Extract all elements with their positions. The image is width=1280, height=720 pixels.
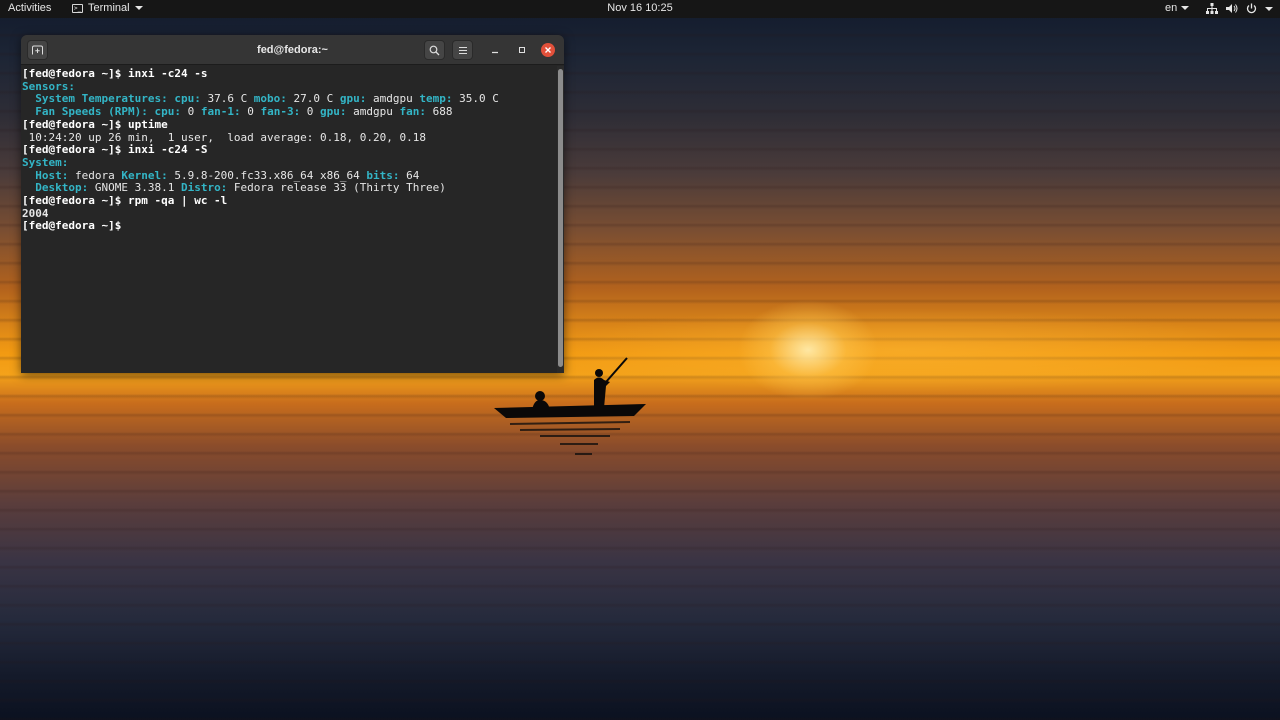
app-menu[interactable]: >_ Terminal (72, 2, 143, 14)
minimize-icon (492, 51, 498, 54)
shell-prompt: [fed@fedora ~]$ (22, 219, 122, 233)
output-value: 37.6 C (200, 92, 248, 106)
scrollbar-thumb[interactable] (558, 69, 563, 367)
hamburger-menu-icon (458, 46, 467, 54)
output-key: Host: (22, 168, 69, 182)
output-key: gpu: (313, 105, 347, 119)
output-key: cpu: (167, 92, 201, 106)
search-icon (429, 45, 440, 55)
input-source-label: en (1165, 2, 1178, 14)
output-key: cpu: (147, 105, 181, 119)
output-value: 0 (180, 105, 195, 119)
window-title: fed@fedora:~ (257, 44, 328, 56)
output-key: Desktop: (22, 181, 89, 195)
chevron-down-icon (1181, 6, 1190, 10)
output-value: 0 (240, 105, 254, 119)
shell-prompt: [fed@fedora ~]$ (22, 67, 122, 80)
new-tab-icon (32, 45, 43, 55)
terminal-icon: >_ (72, 3, 83, 13)
terminal-window: fed@fedora:~ [fed@fedora ~]$ inxi -c24 -… (21, 35, 564, 373)
section-heading: Sensors: (22, 79, 75, 93)
output-value: 2004 (22, 206, 49, 220)
command: inxi -c24 -S (121, 143, 208, 157)
output-key: fan-3: (253, 105, 301, 119)
command: rpm -qa | wc -l (121, 194, 228, 208)
output-value: 27.0 C (286, 92, 334, 106)
output-key: Fan Speeds (RPM): (22, 105, 148, 119)
minimize-button[interactable] (488, 43, 502, 57)
terminal-output[interactable]: [fed@fedora ~]$ inxi -c24 -s Sensors: Sys… (21, 66, 557, 373)
output-value: 35.0 C (452, 92, 499, 106)
top-bar: Activities >_ Terminal Nov 16 10:25 en (0, 0, 1280, 18)
shell-prompt: [fed@fedora ~]$ (22, 143, 122, 157)
output-key: gpu: (333, 92, 367, 106)
output-key: bits: (359, 168, 400, 182)
output-key: Distro: (174, 181, 228, 195)
terminal-line: [fed@fedora ~]$ inxi -c24 -s (22, 67, 557, 81)
output-key: mobo: (247, 92, 287, 106)
section-heading: System: (22, 155, 69, 169)
terminal-line: [fed@fedora ~]$ (22, 220, 557, 233)
network-icon (1206, 3, 1218, 14)
shell-prompt: [fed@fedora ~]$ (22, 194, 122, 208)
header-bar[interactable]: fed@fedora:~ (21, 35, 564, 65)
output-value: 688 (426, 105, 453, 119)
system-menu[interactable] (1206, 3, 1273, 14)
terminal-line: [fed@fedora ~]$ rpm -qa | wc -l (22, 194, 557, 208)
output-value: 5.9.8-200.fc33.x86_64 x86_64 (167, 168, 360, 182)
output-value: GNOME 3.38.1 (88, 181, 175, 195)
chevron-down-icon (134, 6, 143, 10)
output-value: 64 (399, 168, 420, 182)
terminal-scrollbar[interactable] (557, 66, 564, 373)
maximize-button[interactable] (515, 43, 529, 57)
terminal-line: [fed@fedora ~]$ inxi -c24 -S (22, 143, 557, 157)
output-key: Kernel: (114, 168, 168, 182)
output-key: fan: (392, 105, 427, 119)
power-icon (1246, 3, 1257, 14)
output-value: Fedora release 33 (Thirty Three) (227, 181, 446, 195)
output-value: amdgpu (366, 92, 413, 106)
chevron-down-icon (1265, 6, 1273, 11)
output-value: amdgpu (346, 105, 393, 119)
command: uptime (121, 117, 168, 131)
menu-button[interactable] (452, 40, 473, 60)
search-button[interactable] (424, 40, 445, 60)
input-source-menu[interactable]: en (1165, 2, 1190, 14)
output-key: temp: (412, 92, 453, 106)
clock[interactable]: Nov 16 10:25 (607, 2, 672, 14)
output-key: fan-1: (194, 105, 241, 119)
app-menu-label: Terminal (88, 2, 130, 14)
output-key: System Temperatures: (22, 92, 168, 106)
new-tab-button[interactable] (27, 40, 48, 60)
close-icon (545, 47, 551, 53)
command: inxi -c24 -s (121, 67, 208, 80)
shell-prompt: [fed@fedora ~]$ (22, 117, 122, 131)
volume-icon (1226, 4, 1238, 13)
output-value: 0 (300, 105, 314, 119)
close-button[interactable] (541, 43, 555, 57)
output-value: 10:24:20 up 26 min, 1 user, load average… (22, 130, 426, 144)
maximize-icon (519, 47, 525, 53)
output-value: fedora (68, 168, 115, 182)
activities-button[interactable]: Activities (8, 2, 51, 14)
